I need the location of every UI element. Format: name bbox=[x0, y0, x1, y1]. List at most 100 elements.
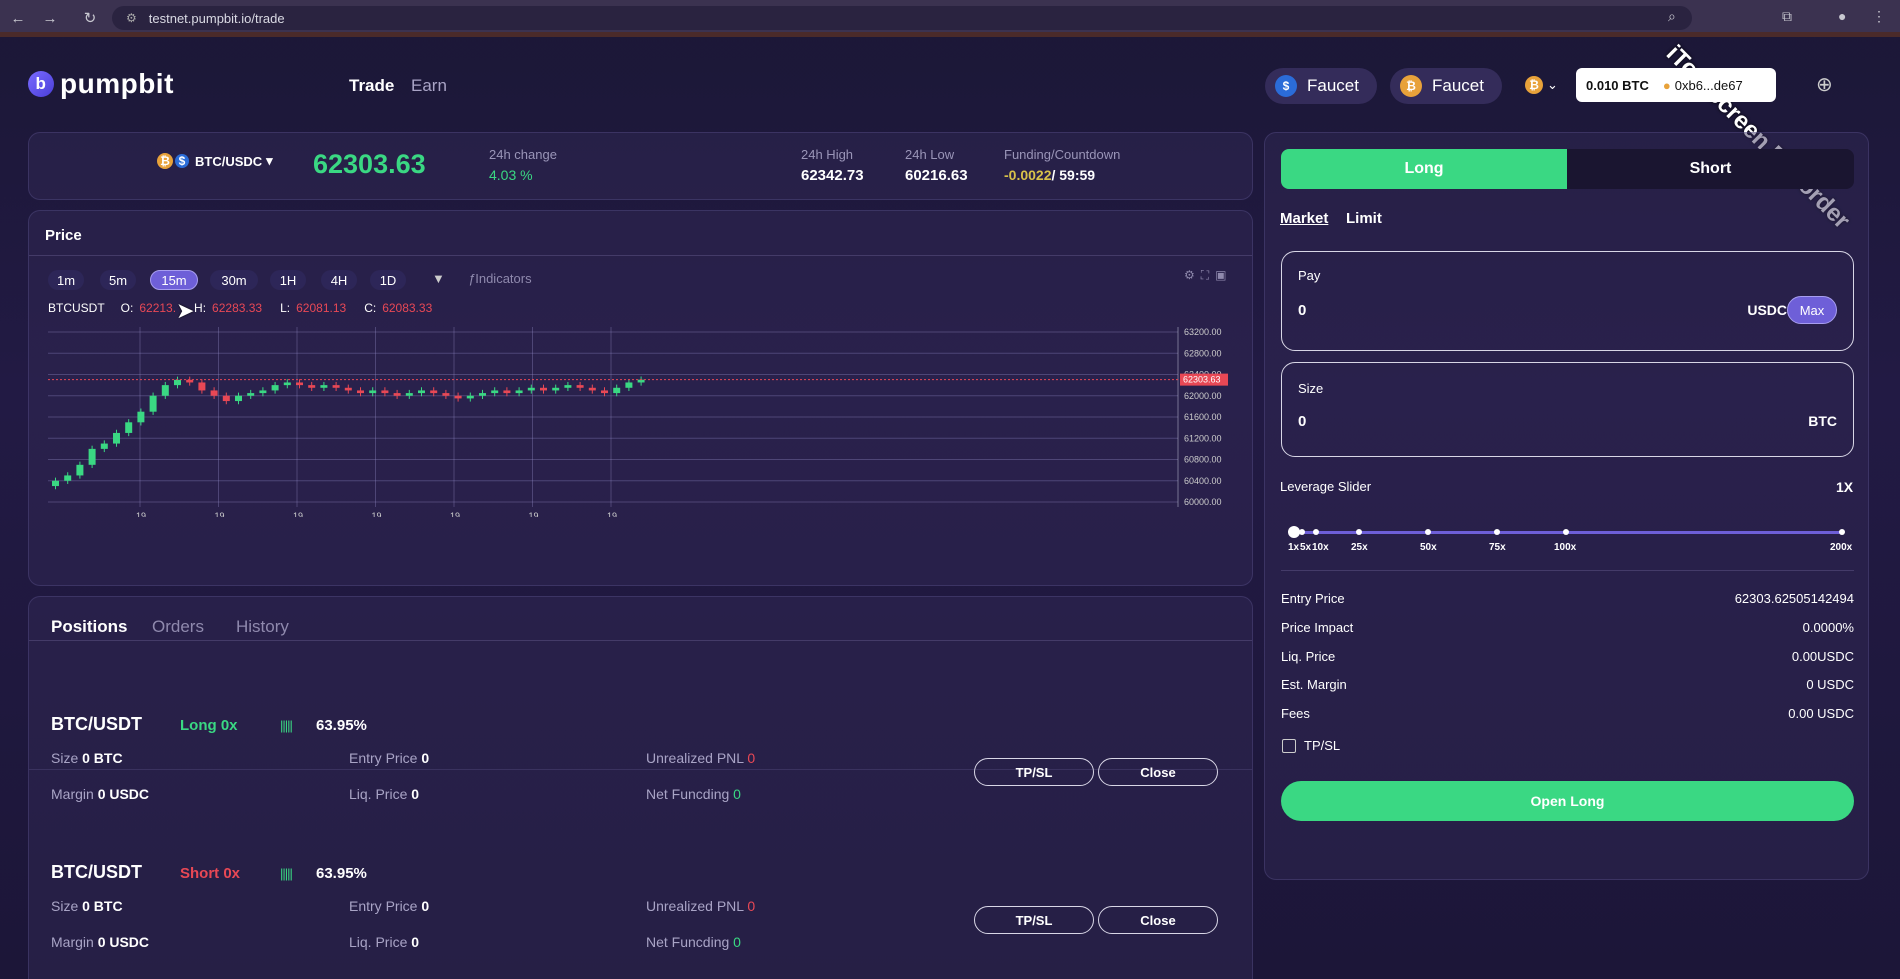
back-icon[interactable]: ← bbox=[8, 8, 28, 28]
leverage-mark[interactable] bbox=[1356, 529, 1362, 535]
tab-history[interactable]: History bbox=[236, 617, 289, 637]
margin-item: Margin 0 USDC bbox=[51, 786, 149, 802]
candle bbox=[357, 390, 364, 394]
camera-icon[interactable]: ▣ bbox=[1215, 268, 1232, 282]
candle bbox=[442, 393, 450, 396]
tpsl-button[interactable]: TP/SL bbox=[974, 906, 1094, 934]
tab-positions[interactable]: Positions bbox=[51, 617, 128, 637]
leverage-mark[interactable] bbox=[1313, 529, 1319, 535]
funding-label: Funding/Countdown bbox=[1004, 147, 1121, 162]
size-item: Size 0 BTC bbox=[51, 750, 123, 766]
indicators-button[interactable]: ƒIndicators bbox=[468, 271, 532, 286]
leverage-mark-label: 1x bbox=[1288, 542, 1300, 553]
timeframe-1H[interactable]: 1H bbox=[270, 270, 306, 290]
value: 0 bbox=[421, 898, 430, 914]
wallet-button[interactable]: 0.010 BTC ● 0xb6...de67 bbox=[1576, 68, 1776, 102]
low-label: 24h Low bbox=[905, 147, 955, 162]
timeframe-30m[interactable]: 30m bbox=[210, 270, 258, 290]
y-tick-label: 60400.00 bbox=[1184, 476, 1222, 486]
faucet-btc-button[interactable]: ₿ Faucet bbox=[1390, 68, 1502, 104]
leverage-mark[interactable] bbox=[1425, 529, 1431, 535]
size-field[interactable]: Size 0 BTC bbox=[1281, 362, 1854, 457]
value: 0 BTC bbox=[82, 750, 123, 766]
tf-more-icon[interactable]: ▼ bbox=[432, 271, 445, 286]
position-side: Long 0x bbox=[180, 717, 238, 734]
leverage-mark-label: 5x bbox=[1300, 542, 1312, 553]
short-tab[interactable]: Short bbox=[1567, 149, 1854, 189]
zoom-icon[interactable]: ⌕ bbox=[1668, 8, 1676, 25]
x-tick-label: 19 bbox=[529, 511, 539, 517]
position-row: BTC/USDT Long 0x ||||| 63.95% Size 0 BTC… bbox=[28, 714, 1253, 834]
fullscreen-icon[interactable]: ⛶ bbox=[1201, 268, 1215, 282]
candle bbox=[161, 385, 169, 396]
close-button[interactable]: Close bbox=[1098, 758, 1218, 786]
url-text: testnet.pumpbit.io/trade bbox=[148, 10, 285, 26]
label: Price Impact bbox=[1281, 620, 1354, 635]
candlestick-chart[interactable]: 63200.0062800.0062400.0062000.0061600.00… bbox=[48, 327, 1228, 517]
faucet-usdc-button[interactable]: $ Faucet bbox=[1265, 68, 1377, 104]
timeframe-5m[interactable]: 5m bbox=[100, 270, 136, 290]
pay-input[interactable]: 0 bbox=[1298, 302, 1306, 319]
menu-icon[interactable]: ⋮ bbox=[1872, 8, 1886, 25]
leverage-mark[interactable] bbox=[1563, 529, 1569, 535]
candle bbox=[149, 395, 157, 412]
close-button[interactable]: Close bbox=[1098, 906, 1218, 934]
pay-label: Pay bbox=[1298, 268, 1321, 283]
address-bar[interactable]: ⚙ testnet.pumpbit.io/trade bbox=[112, 6, 1692, 30]
site-info-icon[interactable]: ⚙ bbox=[126, 11, 137, 25]
settings-icon[interactable]: ⚙ bbox=[1184, 268, 1201, 282]
entry-item: Entry Price 0 bbox=[349, 750, 429, 766]
limit-tab[interactable]: Limit bbox=[1346, 210, 1382, 227]
tpsl-button[interactable]: TP/SL bbox=[974, 758, 1094, 786]
leverage-mark[interactable] bbox=[1494, 529, 1500, 535]
y-tick-label: 60800.00 bbox=[1184, 455, 1222, 465]
timeframe-15m[interactable]: 15m bbox=[150, 270, 198, 290]
funding-value: -0.0022/ 59:59 bbox=[1004, 167, 1095, 183]
candle bbox=[308, 385, 316, 388]
c-value: 62083.33 bbox=[382, 301, 433, 315]
globe-icon[interactable]: ⊕ bbox=[1816, 72, 1833, 97]
nav-trade[interactable]: Trade bbox=[349, 76, 394, 96]
value: 0.0000% bbox=[1802, 620, 1854, 635]
divider bbox=[29, 255, 1252, 256]
market-tab[interactable]: Market bbox=[1280, 210, 1328, 227]
timeframe-4H[interactable]: 4H bbox=[321, 270, 357, 290]
leverage-mark[interactable] bbox=[1839, 529, 1845, 535]
label: Fees bbox=[1281, 706, 1310, 721]
nav-earn[interactable]: Earn bbox=[411, 76, 447, 96]
pay-field[interactable]: Pay 0 USDC Max bbox=[1281, 251, 1854, 351]
o-value: 62213. bbox=[139, 301, 177, 315]
tab-orders[interactable]: Orders bbox=[152, 617, 204, 637]
value: 0 bbox=[411, 934, 420, 950]
low-value: 60216.63 bbox=[905, 167, 968, 184]
reload-icon[interactable]: ↻ bbox=[80, 8, 100, 28]
value: 0.00 USDC bbox=[1788, 706, 1854, 721]
logo[interactable]: b pumpbit bbox=[28, 68, 174, 100]
timeframe-1D[interactable]: 1D bbox=[370, 270, 406, 290]
wallet-address: 0xb6...de67 bbox=[1674, 77, 1743, 93]
tpsl-checkbox[interactable] bbox=[1282, 738, 1296, 753]
pair-selector[interactable]: ₿ $ BTC/USDC ▾ bbox=[157, 153, 273, 169]
btc-icon: ● bbox=[1662, 77, 1671, 93]
value: 62303.62505142494 bbox=[1734, 591, 1854, 606]
tpsl-toggle[interactable]: TP/SL bbox=[1282, 738, 1340, 753]
upnl-item: Unrealized PNL 0 bbox=[646, 898, 755, 914]
signal-bars-icon: ||||| bbox=[280, 866, 293, 881]
candle bbox=[222, 395, 230, 402]
extensions-icon[interactable]: ⧉ bbox=[1782, 8, 1792, 25]
candle bbox=[369, 390, 377, 394]
label: Net Funcding bbox=[646, 786, 730, 802]
network-selector[interactable]: ₿ ⌄ bbox=[1525, 76, 1558, 94]
forward-icon[interactable]: → bbox=[40, 8, 60, 28]
candle bbox=[296, 382, 303, 386]
long-tab[interactable]: Long bbox=[1281, 149, 1567, 189]
change-label: 24h change bbox=[489, 147, 557, 162]
leverage-mark[interactable] bbox=[1299, 529, 1305, 535]
size-input[interactable]: 0 bbox=[1298, 413, 1306, 430]
open-long-button[interactable]: Open Long bbox=[1281, 781, 1854, 821]
max-button[interactable]: Max bbox=[1787, 296, 1837, 324]
candle bbox=[235, 395, 242, 402]
profile-icon[interactable]: ● bbox=[1838, 8, 1846, 24]
timeframe-1m[interactable]: 1m bbox=[48, 270, 84, 290]
candle bbox=[515, 390, 523, 394]
